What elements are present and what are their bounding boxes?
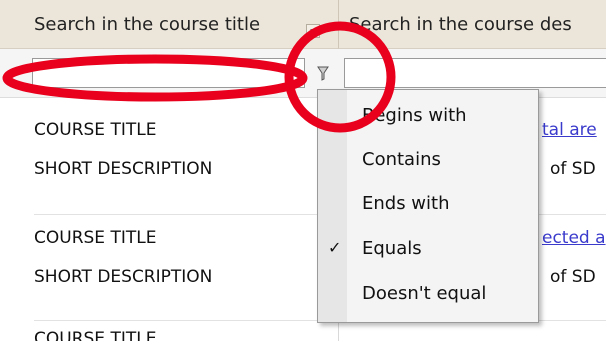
column-header-course-title[interactable]: Search in the course title bbox=[0, 0, 339, 49]
row-2-course-title-link[interactable]: ected a bbox=[542, 228, 606, 248]
row-2-title-label: COURSE TITLE bbox=[34, 228, 157, 248]
menu-item-label: Contains bbox=[362, 149, 441, 170]
checkmark-icon: ✓ bbox=[328, 238, 342, 257]
menu-item-label: Begins with bbox=[362, 105, 467, 126]
filter-options-button[interactable] bbox=[312, 63, 334, 85]
row-2-description-label: SHORT DESCRIPTION bbox=[34, 267, 213, 287]
column-header-course-description[interactable]: Search in the course des bbox=[339, 0, 606, 49]
menu-item-label: Doesn't equal bbox=[362, 283, 487, 304]
course-grid: Search in the course title Search in the… bbox=[0, 0, 606, 341]
row-2-description-value: of SD bbox=[550, 267, 596, 287]
filter-funnel-icon bbox=[317, 66, 329, 81]
menu-item-label: Ends with bbox=[362, 193, 450, 214]
menu-item-label: Equals bbox=[362, 238, 422, 259]
row-1-description-value: of SD bbox=[550, 159, 596, 179]
row-1-course-title-link[interactable]: tal are bbox=[542, 120, 597, 140]
row-1-title-label: COURSE TITLE bbox=[34, 120, 157, 140]
column-header-label: Search in the course des bbox=[349, 14, 572, 35]
course-title-filter-input[interactable] bbox=[32, 58, 305, 88]
menu-item-begins-with[interactable]: Begins with bbox=[318, 94, 538, 138]
column-header-label: Search in the course title bbox=[34, 14, 261, 35]
row-1-description-label: SHORT DESCRIPTION bbox=[34, 159, 213, 179]
menu-item-ends-with[interactable]: Ends with bbox=[318, 182, 538, 226]
menu-item-equals[interactable]: ✓ Equals bbox=[318, 227, 538, 271]
menu-item-doesnt-equal[interactable]: Doesn't equal bbox=[318, 272, 538, 316]
row-3-title-label: COURSE TITLE bbox=[34, 329, 157, 341]
filter-condition-menu: Begins with Contains Ends with ✓ Equals … bbox=[317, 89, 539, 323]
course-description-filter-input[interactable] bbox=[344, 58, 606, 88]
menu-item-contains[interactable]: Contains bbox=[318, 138, 538, 182]
row-3-clip: COURSE TITLE bbox=[34, 329, 324, 341]
column-menu-chevron-down-icon[interactable] bbox=[306, 24, 320, 38]
